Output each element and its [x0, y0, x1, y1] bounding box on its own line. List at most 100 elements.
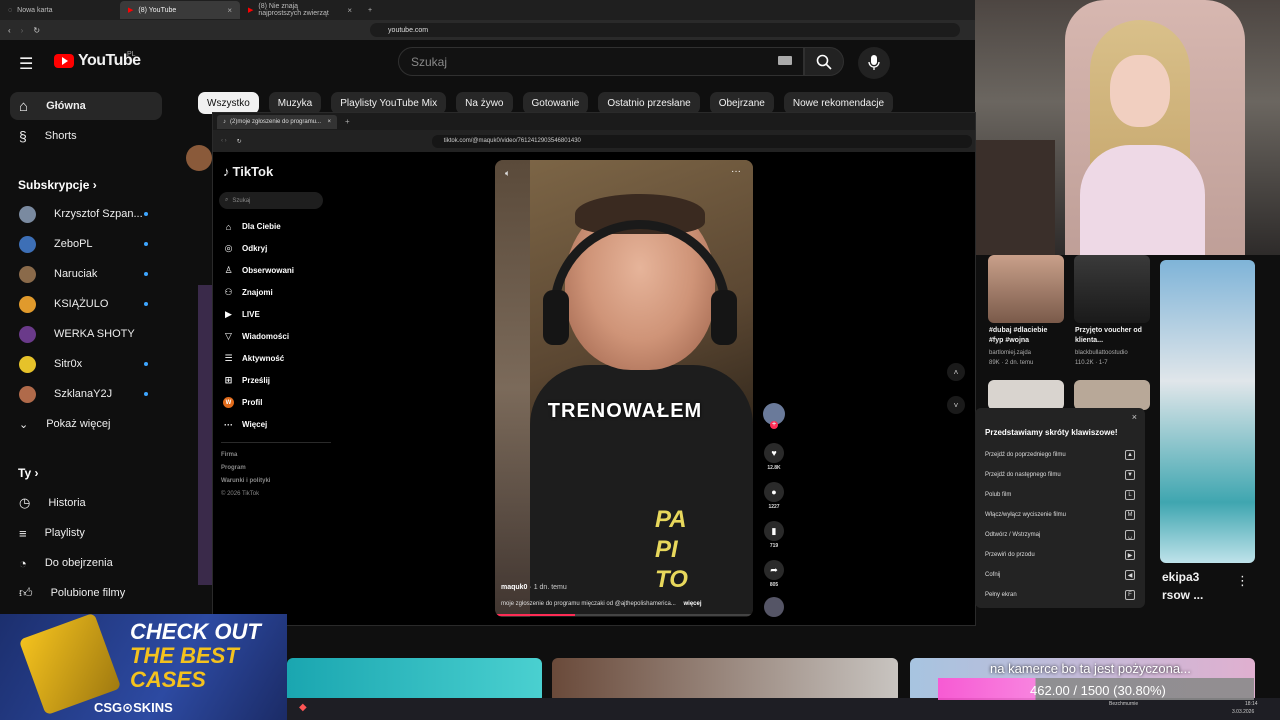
sidebar-item-playlists[interactable]: ≡ Playlisty: [10, 519, 162, 547]
sidebar-sub[interactable]: Krzysztof Szpan...: [10, 200, 162, 228]
tt-nav-profile[interactable]: W Profil: [223, 397, 262, 408]
video-author[interactable]: maquk0 · 1 dn. temu: [501, 584, 567, 591]
divider: [221, 442, 331, 443]
video-progress[interactable]: [495, 614, 753, 616]
share-button[interactable]: ➦ 805: [763, 560, 785, 588]
tt-nav-explore[interactable]: ◎ Odkryj: [223, 243, 268, 254]
short-thumbnail[interactable]: [1074, 380, 1150, 410]
donation-goal-text: 462.00 / 1500 (30.80%): [1030, 683, 1166, 698]
chevron-up-icon: ˄: [953, 367, 959, 377]
inner-url-field[interactable]: tiktok.com/@maquk0/video/761241290354680…: [431, 134, 972, 148]
youtube-icon: ▶: [128, 7, 134, 14]
short-title[interactable]: #dubaj #dlaciebie #fyp #wojna: [989, 326, 1063, 346]
new-tab-button[interactable]: +: [345, 117, 350, 126]
next-video-button[interactable]: ˅: [947, 396, 965, 414]
tab-youtube[interactable]: ▶ (8) YouTube ×: [120, 1, 240, 19]
short-thumbnail[interactable]: [988, 255, 1064, 323]
brave-icon[interactable]: ◆: [299, 702, 307, 713]
activity-icon: ☰: [224, 353, 233, 363]
chip[interactable]: Na żywo: [456, 92, 513, 114]
chip[interactable]: Muzyka: [268, 92, 322, 114]
chip[interactable]: Ostatnio przesłane: [598, 92, 700, 114]
previous-video-button[interactable]: ˄: [947, 363, 965, 381]
like-button[interactable]: ♥ 12.8K: [763, 443, 785, 471]
close-tab-icon[interactable]: ×: [347, 6, 352, 15]
chevron-down-icon: ˅: [953, 400, 959, 410]
footer-link[interactable]: Firma: [221, 452, 237, 458]
close-icon[interactable]: ×: [1132, 412, 1137, 422]
tab-video[interactable]: ▶ (8) Nie znają najprostszych zwierząt ×: [240, 1, 360, 19]
chip[interactable]: Nowe rekomendacje: [783, 92, 894, 114]
follow-plus-icon[interactable]: +: [770, 421, 778, 429]
reload-icon[interactable]: ↻: [237, 138, 242, 145]
search-input[interactable]: Szukaj: [398, 47, 804, 76]
chip[interactable]: Wszystko: [198, 92, 259, 114]
new-tab-button[interactable]: +: [360, 1, 380, 19]
video-title[interactable]: ekipa3: [1162, 570, 1199, 584]
author-avatar[interactable]: +: [763, 403, 785, 429]
tiktok-search-input[interactable]: ⌕ Szukaj: [219, 192, 323, 209]
show-more-button[interactable]: ⌄ Pokaż więcej: [10, 410, 162, 438]
footer-link[interactable]: Program: [221, 465, 246, 471]
video-description: moje zgłoszenie do programu mięczaki od …: [501, 601, 702, 607]
tt-nav-activity[interactable]: ☰ Aktywność: [223, 353, 284, 364]
sidebar-sub[interactable]: KSIĄŻULO: [10, 290, 162, 318]
tt-nav-more[interactable]: ··· Więcej: [223, 419, 267, 430]
sidebar-sub[interactable]: Naruciak: [10, 260, 162, 288]
tt-nav-live[interactable]: ▶ LIVE: [223, 309, 260, 320]
sidebar-sub[interactable]: ZeboPL: [10, 230, 162, 258]
chip[interactable]: Playlisty YouTube Mix: [331, 92, 447, 114]
inner-tab[interactable]: ♪ (2)moje zgłoszenie do programu... ×: [217, 114, 337, 129]
tt-nav-upload[interactable]: ⊞ Prześlij: [223, 375, 270, 386]
comment-button[interactable]: ● 1227: [763, 482, 785, 510]
url-field[interactable]: youtube.com: [370, 23, 961, 37]
tab-new[interactable]: ◌ Nowa karta: [0, 1, 120, 19]
sidebar-sub[interactable]: SzklanaY2J: [10, 380, 162, 408]
sidebar-sub[interactable]: Sitr0x: [10, 350, 162, 378]
tiktok-logo[interactable]: ♪ TikTok: [223, 164, 273, 179]
short-thumbnail[interactable]: [1160, 260, 1255, 563]
sidebar-sub[interactable]: WERKA SHOTY: [10, 320, 162, 348]
menu-icon[interactable]: ☰: [19, 54, 33, 74]
reload-icon[interactable]: ↻: [33, 26, 40, 35]
history-icon: ◷: [19, 495, 31, 510]
short-thumbnail[interactable]: [988, 380, 1064, 410]
close-tab-icon[interactable]: ×: [227, 6, 232, 15]
save-button[interactable]: ▮ 719: [763, 521, 785, 549]
video-thumbnail[interactable]: [552, 658, 898, 703]
footer-link[interactable]: Warunki i polityki: [221, 478, 270, 484]
subscriptions-heading[interactable]: Subskrypcje ›: [18, 178, 97, 192]
chip[interactable]: Gotowanie: [522, 92, 589, 114]
sidebar-item-history[interactable]: ◷ Historia: [10, 489, 162, 517]
streamer-body: [1080, 145, 1205, 255]
sidebar-item-shorts[interactable]: § Shorts: [10, 122, 162, 150]
video-background: [495, 160, 530, 617]
more-link[interactable]: więcej: [684, 601, 702, 607]
more-options-icon[interactable]: ···: [731, 166, 741, 177]
short-title[interactable]: Przyjęto voucher od klienta...: [1075, 326, 1149, 346]
you-heading[interactable]: Ty ›: [18, 466, 38, 480]
sidebar-item-watch-later[interactable]: ◔ Do obejrzenia: [10, 549, 162, 577]
tt-nav-for-you[interactable]: ⌂ Dla Ciebie: [223, 221, 281, 232]
back-icon[interactable]: ‹: [8, 26, 11, 35]
voice-search-button[interactable]: [858, 47, 890, 79]
sidebar-item-home[interactable]: ⌂ Główna: [10, 92, 162, 120]
sound-disc[interactable]: [763, 597, 785, 619]
video-thumbnail[interactable]: [198, 285, 212, 585]
keyboard-icon[interactable]: [778, 56, 792, 65]
short-thumbnail[interactable]: [1074, 255, 1150, 323]
channel-avatar[interactable]: [186, 145, 212, 171]
more-options-icon[interactable]: ⋮: [1236, 573, 1249, 589]
sidebar-item-liked[interactable]: 👍︎ Polubione filmy: [10, 579, 162, 607]
forward-icon[interactable]: ›: [21, 26, 24, 35]
tt-nav-messages[interactable]: ▽ Wiadomości: [223, 331, 289, 342]
back-icon[interactable]: ‹ ›: [221, 138, 227, 144]
volume-icon[interactable]: 🔈︎: [505, 168, 510, 179]
tiktok-video-player[interactable]: 🔈︎ ··· TRENOWAŁEM PA PI TO maquk0 · 1 dn…: [495, 160, 753, 617]
tt-nav-friends[interactable]: ⚇ Znajomi: [223, 287, 272, 298]
video-thumbnail[interactable]: [287, 658, 542, 703]
chip[interactable]: Obejrzane: [709, 92, 774, 114]
search-button[interactable]: [804, 47, 844, 76]
close-tab-icon[interactable]: ×: [327, 119, 331, 125]
tt-nav-following[interactable]: ♙ Obserwowani: [223, 265, 294, 276]
